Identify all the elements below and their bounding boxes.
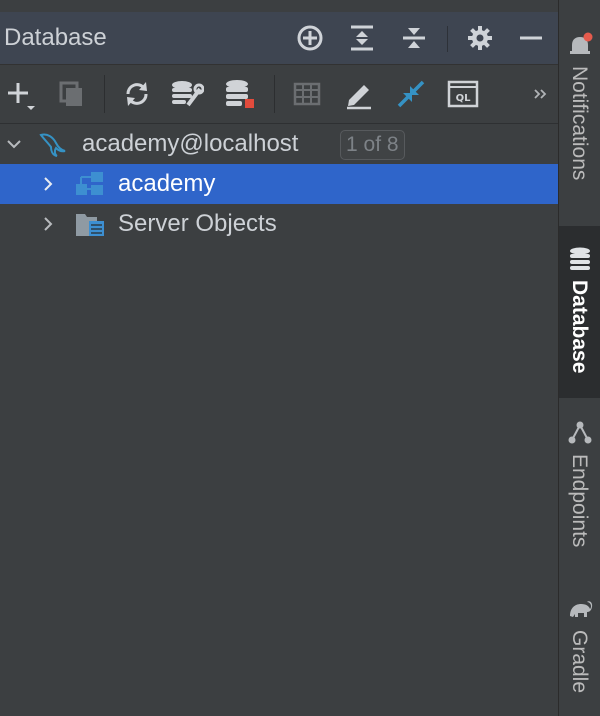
toolbar-separator	[104, 75, 105, 113]
endpoints-icon	[568, 421, 592, 444]
schema-icon	[76, 172, 103, 195]
gradle-elephant-icon	[570, 601, 593, 617]
collapse-all-icon[interactable]	[398, 22, 430, 54]
tool-window-header: Database	[0, 12, 558, 65]
stop-icon[interactable]	[222, 77, 256, 111]
chevron-right-icon[interactable]	[38, 174, 58, 194]
refresh-icon[interactable]	[120, 77, 154, 111]
minimize-icon[interactable]	[515, 22, 547, 54]
duplicate-icon[interactable]	[54, 77, 88, 111]
tab-database[interactable]: Database	[559, 226, 600, 398]
gear-icon[interactable]	[464, 22, 496, 54]
schema-label: academy	[118, 170, 216, 197]
add-icon[interactable]	[4, 77, 38, 111]
connection-count-badge: 1 of 8	[340, 130, 405, 160]
top-strip	[0, 0, 558, 12]
tab-notifications[interactable]: Notifications	[559, 24, 600, 214]
data-source-properties-icon[interactable]	[170, 77, 204, 111]
bell-icon	[570, 32, 593, 54]
expand-all-icon[interactable]	[346, 22, 378, 54]
database-tool-window: Database QL academy@localhost 1 of 8 aca…	[0, 0, 558, 716]
rail-label-endpoints: Endpoints	[568, 454, 591, 548]
database-icon	[570, 247, 590, 270]
server-objects-folder-icon	[76, 214, 104, 236]
tree-row-connection[interactable]: academy@localhost 1 of 8	[0, 124, 558, 164]
database-toolbar: QL	[0, 65, 558, 124]
query-console-icon[interactable]: QL	[446, 77, 480, 111]
svg-text:QL: QL	[456, 93, 472, 104]
tab-gradle[interactable]: Gradle	[559, 590, 600, 710]
rail-label-notifications: Notifications	[568, 66, 591, 181]
tree-row-academy[interactable]: academy	[0, 164, 558, 204]
server-objects-label: Server Objects	[118, 210, 277, 237]
tab-endpoints[interactable]: Endpoints	[559, 412, 600, 572]
panel-title: Database	[4, 24, 107, 51]
right-tool-window-bar: Notifications Database Endpoints Gradle	[558, 0, 600, 716]
chevron-right-icon[interactable]	[38, 214, 58, 234]
more-icon[interactable]	[524, 77, 558, 111]
jump-to-console-icon[interactable]	[394, 77, 428, 111]
tree-row-server-objects[interactable]: Server Objects	[0, 204, 558, 244]
rail-label-database: Database	[568, 280, 591, 374]
connection-label: academy@localhost	[82, 130, 299, 157]
header-separator	[447, 26, 448, 52]
mysql-dolphin-icon	[39, 133, 66, 157]
rail-label-gradle: Gradle	[568, 630, 591, 694]
toolbar-separator	[274, 75, 275, 113]
chevron-down-icon[interactable]	[4, 134, 24, 154]
table-view-icon[interactable]	[290, 77, 324, 111]
edit-icon[interactable]	[342, 77, 376, 111]
crosshair-icon[interactable]	[294, 22, 326, 54]
